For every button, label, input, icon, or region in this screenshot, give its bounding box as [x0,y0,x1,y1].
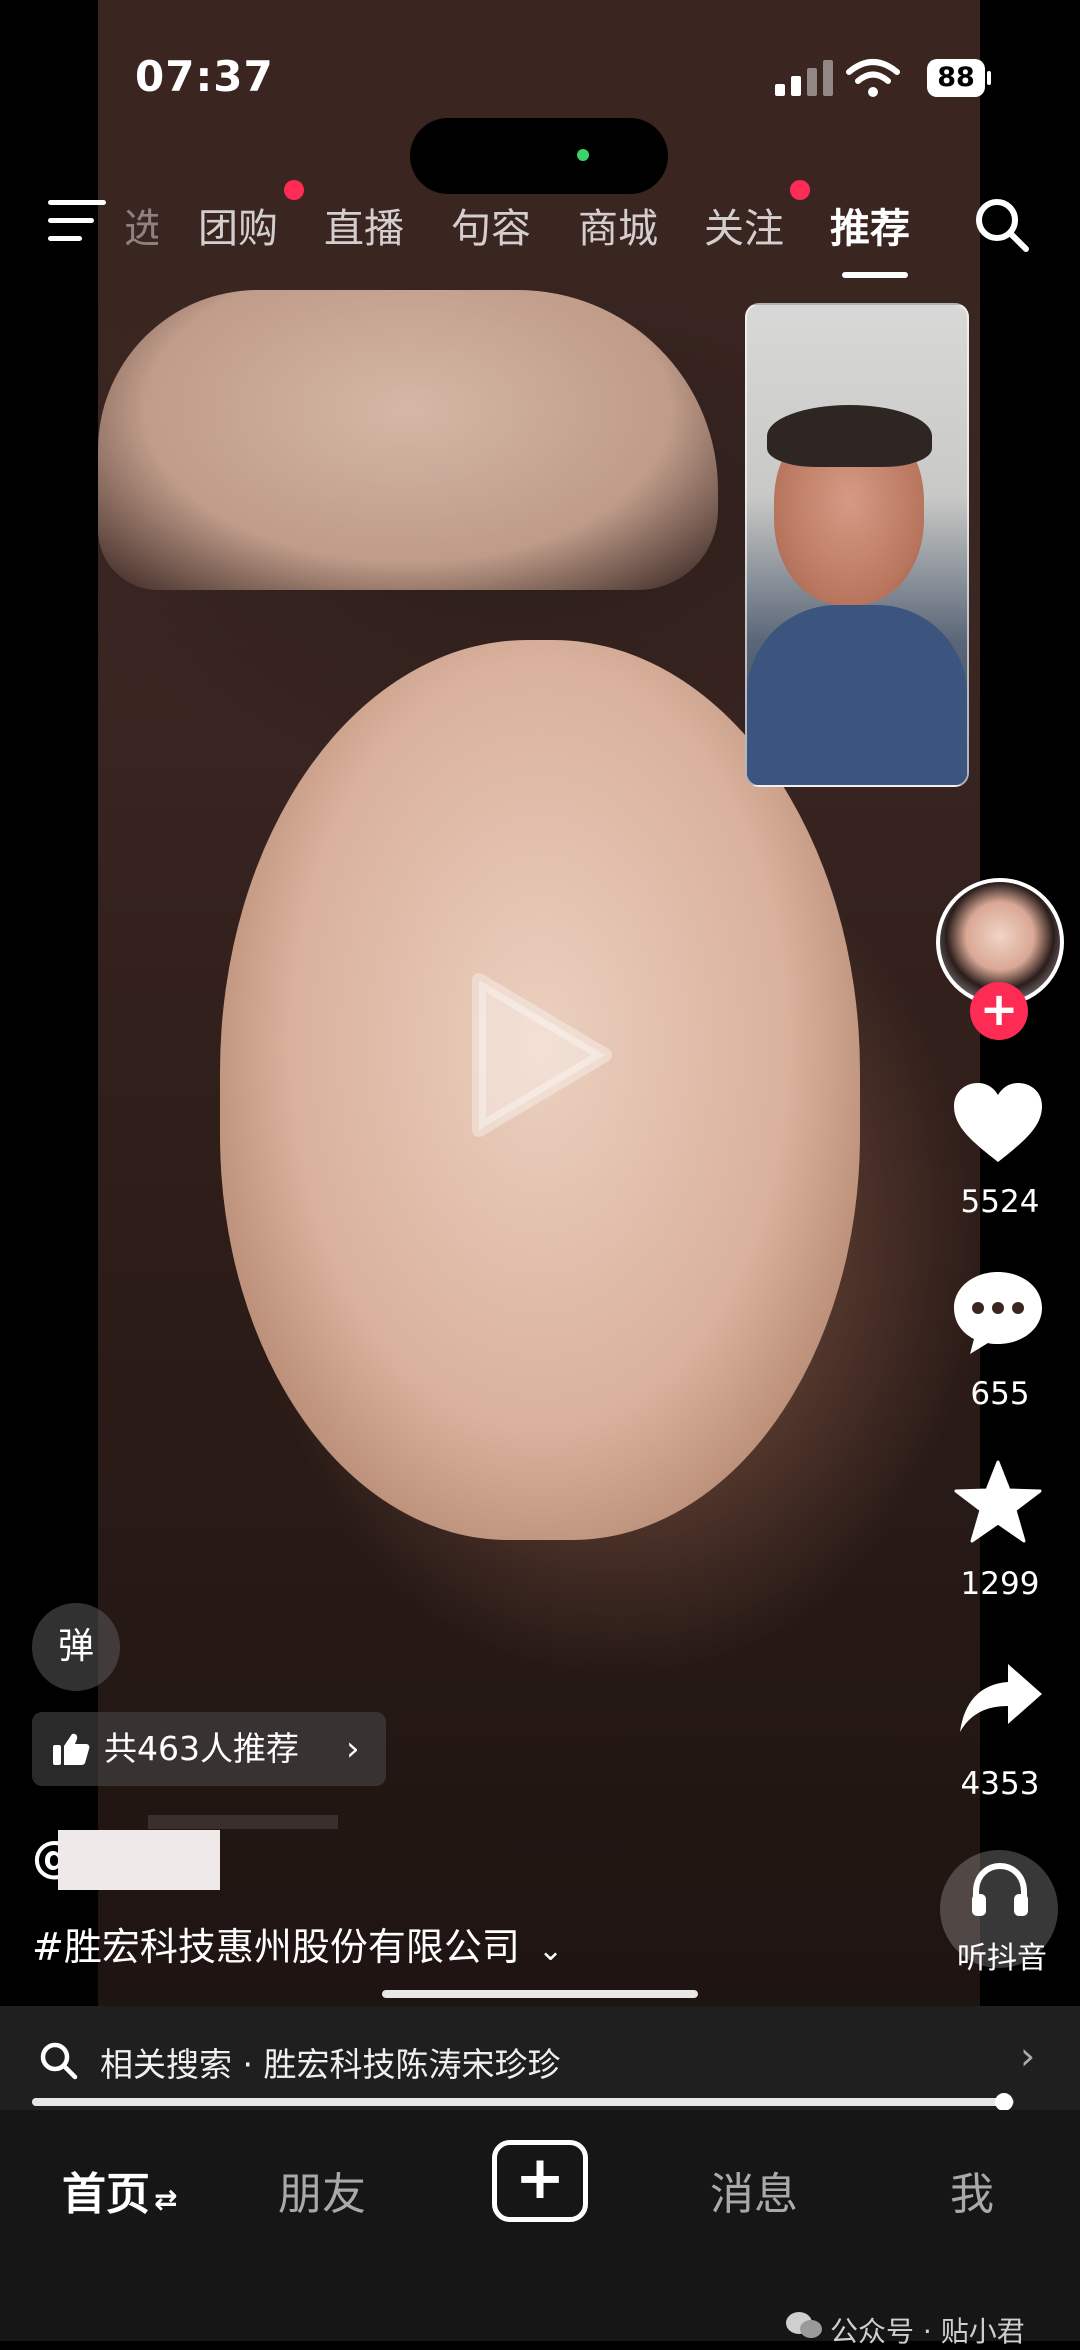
battery-level: 88 [927,59,985,97]
video-hand [98,290,718,590]
menu-icon[interactable] [48,200,106,244]
status-time: 07:37 [135,52,274,101]
pip-shirt [747,605,967,785]
star-icon[interactable] [954,1460,1042,1544]
tab-recommend[interactable]: 推荐 [830,196,910,254]
share-icon[interactable] [958,1662,1044,1734]
pip-video-window[interactable] [745,303,969,787]
like-count: 5524 [960,1184,1040,1220]
share-count: 4353 [960,1766,1040,1802]
nav-messages[interactable]: 消息 [710,2158,798,2222]
pip-hair [767,405,932,467]
battery-tip [987,71,991,85]
tab-local-jurong[interactable]: 句容 [451,196,531,254]
wechat-icon [786,2312,822,2338]
thumbs-up-icon [53,1733,90,1765]
tab-group-buy[interactable]: 团购 [198,196,278,254]
cellular-signal-icon [775,60,835,96]
author-name-redaction-bar [148,1815,338,1829]
tab-partial[interactable]: 选 [124,196,158,254]
nav-me[interactable]: 我 [950,2158,994,2222]
nav-home-label: 首页 [62,2169,150,2220]
comment-count: 655 [970,1376,1030,1412]
tab-group-buy-badge [284,180,304,200]
tab-following[interactable]: 关注 [704,196,784,254]
chevron-right-icon[interactable]: › [1020,2034,1035,2078]
wifi-icon [846,59,900,97]
tab-live[interactable]: 直播 [324,196,404,254]
switch-icon: ⇄ [154,2183,178,2216]
heart-icon[interactable] [952,1082,1044,1164]
hashtag-text[interactable]: #胜宏科技惠州股份有限公司 [32,1925,520,1969]
camera-indicator-dot [577,149,589,161]
recommend-pill[interactable]: 共463人推荐 › [32,1712,386,1786]
follow-button[interactable]: + [970,982,1028,1040]
nav-friends[interactable]: 朋友 [278,2158,366,2222]
plus-icon[interactable]: + [492,2140,588,2222]
expand-icon[interactable]: ⌄ [538,1933,563,1968]
nav-home[interactable]: 首页 ⇄ [62,2158,177,2222]
active-tab-indicator [842,272,908,278]
tab-following-badge [790,180,810,200]
search-icon[interactable] [972,195,1032,255]
recommend-text: 共463人推荐 [104,1729,299,1768]
video-hashtag[interactable]: #胜宏科技惠州股份有限公司 ⌄ [32,1916,563,1971]
danmu-toggle-button[interactable]: 弹 [32,1603,120,1691]
search-icon [40,2042,78,2080]
chevron-right-icon: › [346,1729,360,1769]
home-indicator-bar [382,1990,698,1998]
author-name-redacted [58,1830,220,1890]
related-search-bar[interactable]: 相关搜索 · 胜宏科技陈涛宋珍珍 › [0,2006,1080,2110]
video-progress-fill [32,2098,1005,2106]
headphones-icon [972,1862,1028,1916]
comment-icon[interactable] [952,1270,1044,1356]
favorite-count: 1299 [960,1566,1040,1602]
watermark-text: 公众号 · 贴小君 [830,2315,1025,2348]
dynamic-island [410,118,668,194]
tab-mall[interactable]: 商城 [578,196,658,254]
related-search-text[interactable]: 相关搜索 · 胜宏科技陈涛宋珍珍 [100,2038,560,2086]
listen-label: 听抖音 [957,1941,1047,1976]
play-icon[interactable] [465,970,615,1140]
